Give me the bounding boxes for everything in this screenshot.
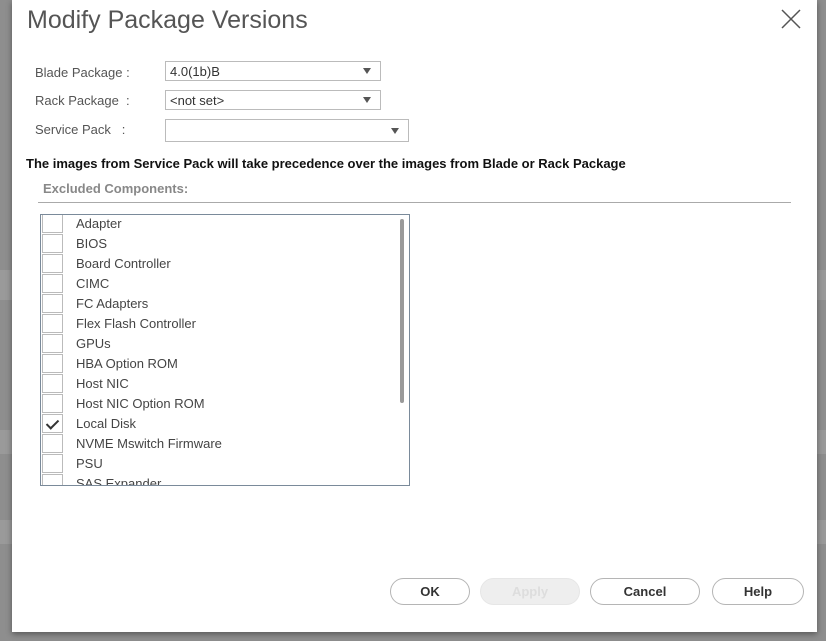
component-checkbox[interactable] <box>42 394 63 413</box>
blade-package-select[interactable]: 4.0(1b)B <box>165 61 381 81</box>
component-item[interactable]: Host NIC Option ROM <box>41 394 391 414</box>
excluded-components-list[interactable]: SAS Expander PSU NVME Mswitch Firmware Loca… <box>40 214 410 486</box>
component-checkbox[interactable] <box>42 314 63 333</box>
component-item[interactable]: FC Adapters <box>41 294 391 314</box>
blade-package-value: 4.0(1b)B <box>170 64 220 79</box>
rack-package-label: Rack Package : <box>35 93 130 108</box>
component-checkbox[interactable] <box>42 254 63 273</box>
component-checkbox[interactable] <box>42 294 63 313</box>
component-checkbox[interactable] <box>42 454 63 473</box>
component-item[interactable]: Flex Flash Controller <box>41 314 391 334</box>
component-label: Local Disk <box>76 416 136 431</box>
component-label: SAS Expander <box>76 476 162 486</box>
component-item[interactable]: CIMC <box>41 274 391 294</box>
component-item[interactable]: PSU <box>41 454 391 474</box>
component-label: Host NIC Option ROM <box>76 396 205 411</box>
component-label: Adapter <box>76 216 122 231</box>
excluded-components-label: Excluded Components: <box>43 181 189 196</box>
service-pack-select[interactable] <box>165 119 409 142</box>
component-checkbox[interactable] <box>42 474 63 485</box>
dropdown-arrow-icon <box>363 97 371 103</box>
component-item[interactable]: HBA Option ROM <box>41 354 391 374</box>
help-button[interactable]: Help <box>712 578 804 605</box>
component-label: Host NIC <box>76 376 129 391</box>
component-checkbox[interactable] <box>42 374 63 393</box>
dropdown-arrow-icon <box>391 128 399 134</box>
component-label: CIMC <box>76 276 110 291</box>
component-checkbox[interactable] <box>42 234 63 253</box>
component-label: NVME Mswitch Firmware <box>76 436 222 451</box>
component-item[interactable]: Adapter <box>41 215 391 234</box>
component-item[interactable]: BIOS <box>41 234 391 254</box>
component-checkbox[interactable] <box>42 414 63 433</box>
apply-button[interactable]: Apply <box>480 578 580 605</box>
component-item[interactable]: SAS Expander <box>41 474 391 486</box>
modify-package-versions-dialog: Modify Package Versions Blade Package : … <box>12 0 817 632</box>
precedence-note: The images from Service Pack will take p… <box>26 156 626 171</box>
component-label: PSU <box>76 456 103 471</box>
component-checkbox[interactable] <box>42 274 63 293</box>
list-scrollbar[interactable] <box>400 219 404 403</box>
component-item[interactable]: Board Controller <box>41 254 391 274</box>
dropdown-arrow-icon <box>363 68 371 74</box>
component-item[interactable]: GPUs <box>41 334 391 354</box>
ok-button[interactable]: OK <box>390 578 470 605</box>
cancel-button[interactable]: Cancel <box>590 578 700 605</box>
component-label: FC Adapters <box>76 296 149 311</box>
component-label: GPUs <box>76 336 111 351</box>
component-item[interactable]: Host NIC <box>41 374 391 394</box>
divider <box>38 202 791 203</box>
service-pack-label: Service Pack : <box>35 122 126 137</box>
component-checkbox[interactable] <box>42 354 63 373</box>
component-label: BIOS <box>76 236 108 251</box>
blade-package-label: Blade Package : <box>35 65 130 80</box>
component-label: HBA Option ROM <box>76 356 178 371</box>
component-item[interactable]: Local Disk <box>41 414 391 434</box>
component-item[interactable]: NVME Mswitch Firmware <box>41 434 391 454</box>
rack-package-value: <not set> <box>170 93 225 108</box>
component-label: Flex Flash Controller <box>76 316 196 331</box>
dialog-title: Modify Package Versions <box>27 6 308 34</box>
rack-package-select[interactable]: <not set> <box>165 90 381 110</box>
close-icon[interactable] <box>780 8 802 30</box>
component-checkbox[interactable] <box>42 215 63 233</box>
component-label: Board Controller <box>76 256 171 271</box>
component-checkbox[interactable] <box>42 334 63 353</box>
component-checkbox[interactable] <box>42 434 63 453</box>
